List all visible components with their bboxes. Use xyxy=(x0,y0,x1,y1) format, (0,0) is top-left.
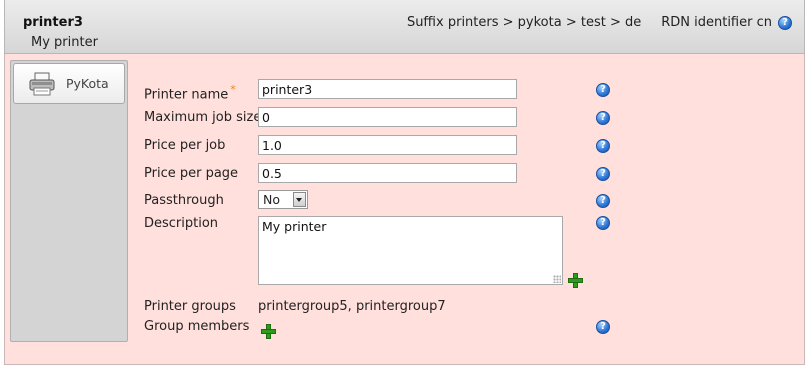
page-subtitle: My printer xyxy=(31,35,98,50)
tab-pykota[interactable]: PyKota xyxy=(13,63,125,104)
help-icon[interactable]: ? xyxy=(596,167,610,181)
required-mark: * xyxy=(230,83,236,96)
help-icon[interactable]: ? xyxy=(778,15,792,30)
help-icon[interactable]: ? xyxy=(596,83,610,97)
page-header: printer3 My printer Suffix printers > py… xyxy=(4,0,805,54)
printer-groups-value: printergroup5, printergroup7 xyxy=(258,299,446,314)
rdn-value: cn xyxy=(756,15,772,30)
price-per-job-label: Price per job xyxy=(144,138,226,153)
add-icon[interactable] xyxy=(568,273,583,288)
tab-pykota-label: PyKota xyxy=(66,76,109,91)
passthrough-label: Passthrough xyxy=(144,193,224,208)
content-panel: PyKota Printer name* ? Maximum job size … xyxy=(4,54,805,365)
help-icon[interactable]: ? xyxy=(596,216,610,230)
printer-name-input[interactable] xyxy=(258,79,517,99)
price-per-job-input[interactable] xyxy=(258,135,517,155)
chevron-down-icon xyxy=(293,192,306,207)
passthrough-select[interactable]: No xyxy=(258,190,308,209)
suffix-path: printers > pykota > test > de xyxy=(447,15,642,30)
group-members-label: Group members xyxy=(144,319,250,334)
rdn-label: RDN identifier xyxy=(661,15,753,30)
price-per-page-label: Price per page xyxy=(144,166,239,181)
printer-groups-label: Printer groups xyxy=(144,299,236,314)
page-title: printer3 xyxy=(23,15,83,30)
description-textarea[interactable]: My printer xyxy=(258,216,563,285)
printer-icon xyxy=(29,72,55,96)
suffix-label: Suffix xyxy=(406,15,444,30)
max-job-size-label: Maximum job size xyxy=(144,110,262,125)
header-meta: Suffix printers > pykota > test > de RDN… xyxy=(407,15,792,30)
help-icon[interactable]: ? xyxy=(596,320,610,334)
description-value: My printer xyxy=(262,219,327,234)
printer-name-label: Printer name * xyxy=(144,83,236,103)
max-job-size-input[interactable] xyxy=(258,107,517,127)
module-tab-column: PyKota xyxy=(10,60,128,342)
help-icon[interactable]: ? xyxy=(596,194,610,208)
resize-grip-icon[interactable] xyxy=(553,275,561,283)
help-icon[interactable]: ? xyxy=(596,139,610,153)
add-icon[interactable] xyxy=(261,324,276,339)
description-label: Description xyxy=(144,216,219,231)
help-icon[interactable]: ? xyxy=(596,111,610,125)
price-per-page-input[interactable] xyxy=(258,163,517,183)
passthrough-value: No xyxy=(263,192,280,207)
